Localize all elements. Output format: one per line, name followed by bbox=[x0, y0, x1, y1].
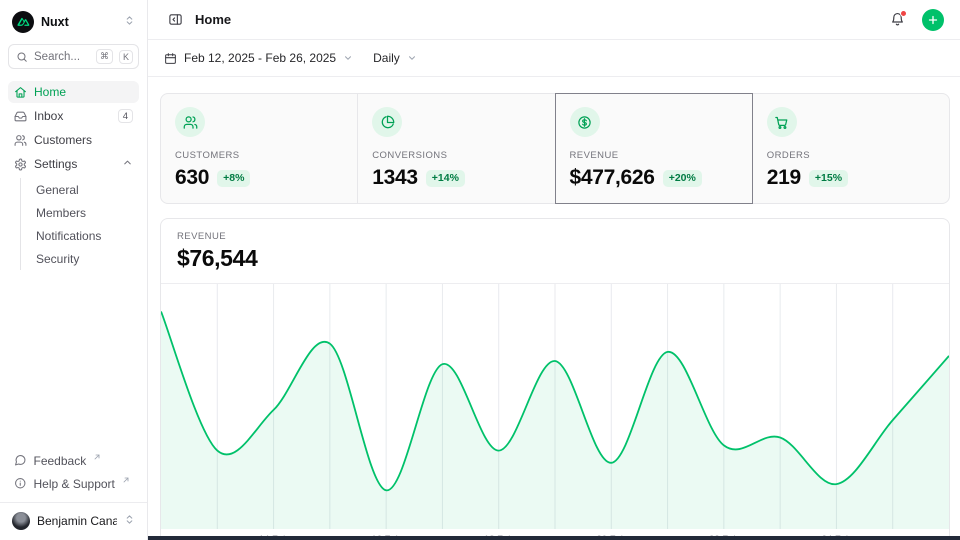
chevron-up-icon bbox=[122, 157, 133, 171]
chart-header: REVENUE $76,544 bbox=[161, 219, 949, 284]
sidebar-subitem-general[interactable]: General bbox=[21, 178, 139, 201]
stat-delta-badge: +14% bbox=[426, 170, 465, 187]
sidebar-item-label: Feedback bbox=[34, 454, 87, 468]
cart-icon bbox=[774, 115, 789, 130]
dollar-circle-icon bbox=[577, 115, 592, 130]
workspace-name: Nuxt bbox=[41, 15, 117, 29]
info-icon bbox=[14, 477, 27, 490]
users-icon bbox=[183, 115, 198, 130]
notification-dot bbox=[900, 10, 907, 17]
sidebar-item-label: Inbox bbox=[34, 109, 111, 123]
stat-value: 219 bbox=[767, 166, 801, 190]
chart-title: REVENUE bbox=[177, 231, 933, 242]
chevron-updown-icon bbox=[124, 15, 135, 29]
kbd-k: K bbox=[119, 50, 133, 64]
panel-collapse-icon bbox=[168, 12, 183, 27]
sidebar-collapse-button[interactable] bbox=[164, 9, 186, 31]
sidebar-item-home[interactable]: Home bbox=[8, 81, 139, 103]
add-button[interactable] bbox=[922, 9, 944, 31]
search-input[interactable]: Search... ⌘ K bbox=[8, 44, 139, 69]
home-icon bbox=[14, 86, 27, 99]
stat-delta-badge: +15% bbox=[809, 170, 848, 187]
external-link-icon bbox=[93, 453, 101, 469]
gear-icon bbox=[14, 158, 27, 171]
stat-label: CONVERSIONS bbox=[372, 150, 540, 161]
sidebar-subitem-members[interactable]: Members bbox=[21, 201, 139, 224]
page-header: Home bbox=[148, 0, 960, 40]
filters-toolbar: Feb 12, 2025 - Feb 26, 2025 Daily bbox=[148, 40, 960, 77]
stat-label: ORDERS bbox=[767, 150, 935, 161]
stat-label: REVENUE bbox=[570, 150, 738, 161]
notifications-button[interactable] bbox=[890, 12, 905, 27]
search-icon bbox=[16, 51, 28, 63]
pie-chart-icon bbox=[380, 115, 395, 130]
sidebar-item-help-support[interactable]: Help & Support bbox=[8, 472, 139, 495]
kbd-cmd: ⌘ bbox=[96, 49, 113, 64]
sidebar-item-feedback[interactable]: Feedback bbox=[8, 449, 139, 472]
sidebar-spacer bbox=[8, 270, 139, 449]
app-window: Nuxt Search... ⌘ K Home Inbox 4 Cust bbox=[0, 0, 960, 540]
stat-value: 1343 bbox=[372, 166, 418, 190]
granularity-label: Daily bbox=[373, 51, 400, 65]
sidebar-item-label: Home bbox=[34, 85, 133, 99]
date-range-picker[interactable]: Feb 12, 2025 - Feb 26, 2025 bbox=[164, 51, 353, 65]
stat-value: 630 bbox=[175, 166, 209, 190]
external-link-icon bbox=[122, 476, 130, 492]
revenue-chart-svg bbox=[161, 284, 949, 530]
avatar bbox=[12, 512, 30, 530]
granularity-select[interactable]: Daily bbox=[373, 51, 417, 65]
stat-card-customers[interactable]: CUSTOMERS 630 +8% bbox=[160, 93, 358, 204]
sidebar-item-label: Help & Support bbox=[34, 477, 115, 491]
sidebar-subitem-notifications[interactable]: Notifications bbox=[21, 224, 139, 247]
revenue-chart-card: REVENUE $76,544 14 Feb16 Feb18 Feb20 Feb… bbox=[160, 218, 950, 540]
stat-value: $477,626 bbox=[570, 166, 655, 190]
main-panel: Home Feb 12, 2025 - Feb 26, 2025 Daily bbox=[148, 0, 960, 540]
stat-delta-badge: +8% bbox=[217, 170, 250, 187]
stat-card-orders[interactable]: ORDERS 219 +15% bbox=[752, 93, 950, 204]
message-icon bbox=[14, 454, 27, 467]
sidebar: Nuxt Search... ⌘ K Home Inbox 4 Cust bbox=[0, 0, 148, 540]
sidebar-nav: Home Inbox 4 Customers Settings General bbox=[8, 81, 139, 270]
stats-row: CUSTOMERS 630 +8% CONVERSIONS 1343 +14% bbox=[160, 93, 950, 204]
stat-delta-badge: +20% bbox=[663, 170, 702, 187]
date-range-label: Feb 12, 2025 - Feb 26, 2025 bbox=[184, 51, 336, 65]
sidebar-item-settings[interactable]: Settings bbox=[8, 153, 139, 175]
page-title: Home bbox=[195, 12, 231, 27]
chevron-down-icon bbox=[407, 53, 417, 63]
chart-value: $76,544 bbox=[177, 245, 933, 272]
stat-card-revenue[interactable]: REVENUE $477,626 +20% bbox=[555, 93, 753, 204]
chevron-updown-icon bbox=[124, 514, 135, 528]
settings-sub-list: General Members Notifications Security bbox=[20, 178, 139, 270]
bottom-scrollbar[interactable] bbox=[148, 536, 960, 540]
search-placeholder: Search... bbox=[34, 51, 90, 63]
workspace-switcher[interactable]: Nuxt bbox=[8, 9, 139, 44]
inbox-icon bbox=[14, 110, 27, 123]
user-name: Benjamin Canac bbox=[37, 514, 117, 528]
user-menu[interactable]: Benjamin Canac bbox=[0, 502, 147, 540]
inbox-count-badge: 4 bbox=[118, 109, 133, 123]
sidebar-subitem-security[interactable]: Security bbox=[21, 247, 139, 270]
revenue-chart[interactable]: 14 Feb16 Feb18 Feb20 Feb22 Feb24 Feb bbox=[161, 284, 949, 540]
sidebar-item-label: Customers bbox=[34, 133, 133, 147]
chevron-down-icon bbox=[343, 53, 353, 63]
sidebar-item-inbox[interactable]: Inbox 4 bbox=[8, 105, 139, 127]
plus-icon bbox=[927, 14, 939, 26]
users-icon bbox=[14, 134, 27, 147]
calendar-icon bbox=[164, 52, 177, 65]
sidebar-item-customers[interactable]: Customers bbox=[8, 129, 139, 151]
nuxt-logo-icon bbox=[12, 11, 34, 33]
sidebar-item-label: Settings bbox=[34, 157, 115, 171]
stat-label: CUSTOMERS bbox=[175, 150, 343, 161]
stat-card-conversions[interactable]: CONVERSIONS 1343 +14% bbox=[357, 93, 555, 204]
dashboard-content: CUSTOMERS 630 +8% CONVERSIONS 1343 +14% bbox=[148, 77, 960, 540]
